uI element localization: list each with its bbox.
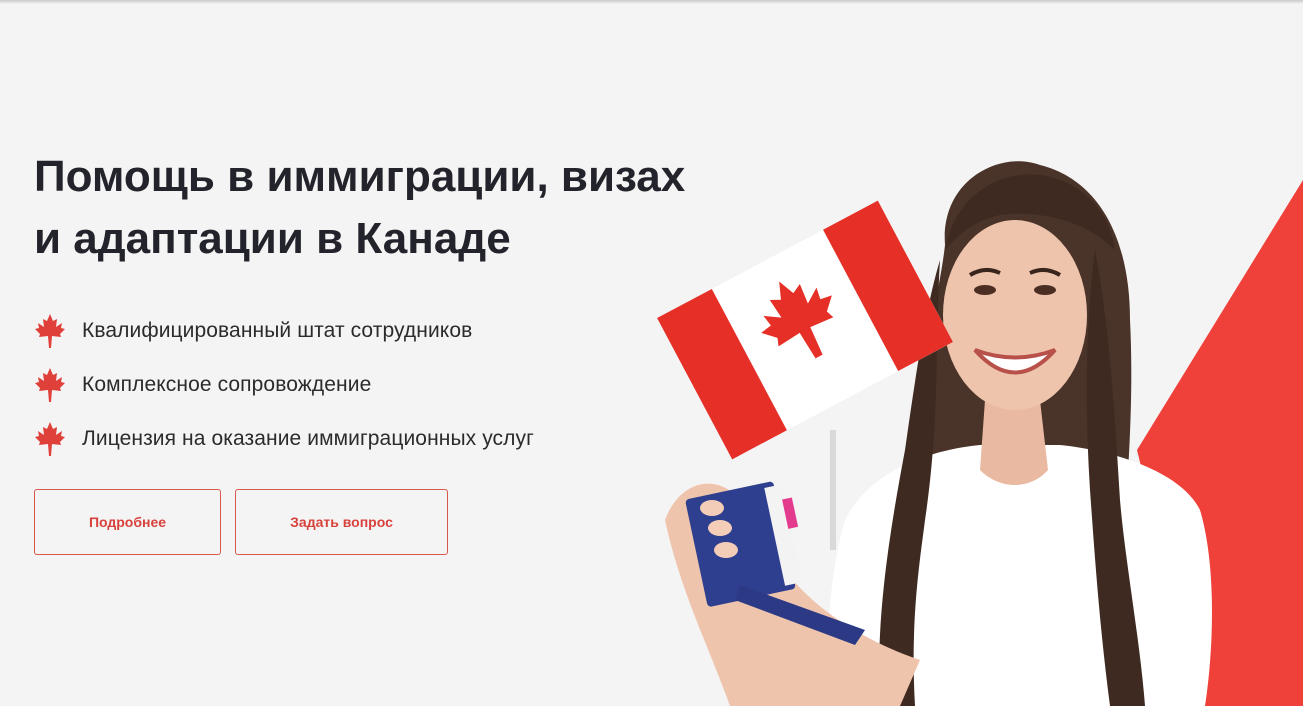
maple-leaf-icon (35, 422, 65, 456)
eye-right (1034, 285, 1056, 295)
canada-flag (657, 200, 953, 460)
eye-left (974, 285, 996, 295)
maple-leaf-icon (35, 368, 65, 402)
face-shape (943, 220, 1087, 410)
flag-stick (830, 430, 836, 550)
ask-question-button[interactable]: Задать вопрос (235, 489, 448, 555)
finger-3 (714, 542, 738, 558)
feature-text: Комплексное сопровождение (82, 373, 372, 396)
finger-2 (708, 520, 732, 536)
feature-text: Квалифицированный штат сотрудников (82, 319, 473, 342)
hero-section: Помощь в иммиграции, визах и адаптации в… (0, 0, 1303, 706)
neck-shape (980, 400, 1048, 485)
maple-leaf-icon (35, 314, 65, 348)
feature-list: Квалифицированный штат сотрудников Компл… (34, 304, 534, 466)
finger-1 (700, 500, 724, 516)
feature-item: Лицензия на оказание иммиграционных услу… (34, 412, 534, 466)
feature-item: Комплексное сопровождение (34, 358, 534, 412)
hero-illustration (657, 161, 1303, 706)
feature-item: Квалифицированный штат сотрудников (34, 304, 534, 358)
more-button[interactable]: Подробнее (34, 489, 221, 555)
feature-text: Лицензия на оказание иммиграционных услу… (82, 427, 534, 450)
